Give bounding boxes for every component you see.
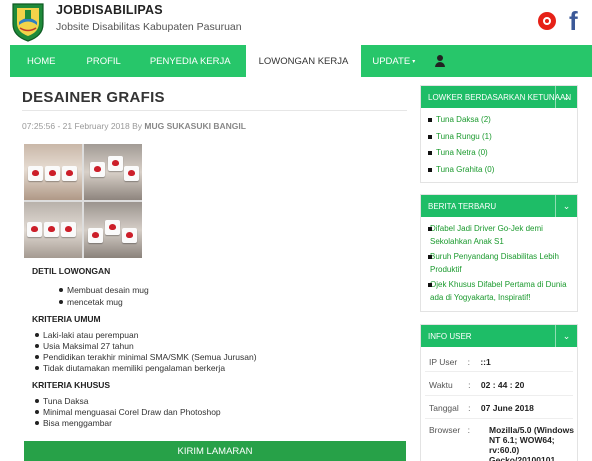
nav-penyedia-kerja[interactable]: PENYEDIA KERJA [135,45,246,77]
kriteria-khusus-item: Tuna Daksa [35,396,89,406]
info-ip-row: IP User : ::1 [429,357,491,367]
kirim-lamaran-button[interactable]: KIRIM LAMARAN [24,441,406,461]
info-waktu-value: 02 : 44 : 20 [480,380,525,390]
info-divider [425,371,573,372]
nav-update[interactable]: UPDATE ▾ [361,45,426,77]
info-ip-label: IP User [429,357,458,367]
info-divider [425,418,573,419]
nav-profil[interactable]: PROFIL [73,45,135,77]
chevron-down-icon[interactable]: ⌄ [555,86,577,108]
facebook-icon[interactable]: f [566,6,588,36]
youtube-icon[interactable] [538,12,556,30]
info-tanggal-label: Tanggal [429,403,459,413]
berita-panel-title: BERITA TERBARU [428,201,497,211]
info-ip-value: ::1 [480,357,491,367]
info-tanggal-row: Tanggal : 07 June 2018 [429,403,534,413]
site-header: JOBDISABILIPAS Jobsite Disabilitas Kabup… [0,0,592,44]
lowker-panel-title: LOWKER BERDASARKAN KETUNAAN [428,92,572,102]
lowker-panel-header[interactable]: LOWKER BERDASARKAN KETUNAAN ⌄ [421,86,577,108]
post-meta: 07:25:56 - 21 February 2018 By MUG SUKAS… [22,121,246,131]
detail-item: Membuat desain mug [59,285,149,295]
nav-home[interactable]: HOME [10,45,73,77]
info-separator: : [468,403,471,413]
job-photo-gallery[interactable] [24,144,142,258]
main-nav: HOME PROFIL PENYEDIA KERJA LOWONGAN KERJ… [10,45,592,77]
info-browser-label: Browser [429,425,461,435]
site-subtitle: Jobsite Disabilitas Kabupaten Pasuruan [56,21,242,33]
berita-link[interactable]: Difabel Jadi Driver Go-Jek demi Sekolahk… [421,223,577,248]
info-browser-row: Browser : Mozilla/5.0 (Windows NT 6.1; W… [429,425,577,461]
chevron-down-icon[interactable]: ⌄ [555,325,577,347]
detail-item: mencetak mug [59,297,123,307]
nav-update-label: UPDATE [372,55,411,67]
berita-panel: BERITA TERBARU ⌄ Difabel Jadi Driver Go-… [420,194,578,312]
site-title[interactable]: JOBDISABILIPAS [56,3,163,17]
kriteria-umum-item: Laki-laki atau perempuan [34,330,139,340]
crest-logo[interactable] [10,2,46,42]
info-separator: : [467,425,470,435]
info-tanggal-value: 07 June 2018 [480,403,534,413]
kriteria-umum-item: Tidak diutamakan memiliki pengalaman ber… [34,363,226,373]
caret-down-icon: ▾ [412,58,416,65]
berita-panel-header[interactable]: BERITA TERBARU ⌄ [421,195,577,217]
detail-heading: DETIL LOWONGAN [32,266,111,276]
lowker-panel: LOWKER BERDASARKAN KETUNAAN ⌄ Tuna Daksa… [420,85,578,183]
info-waktu-row: Waktu : 02 : 44 : 20 [429,380,524,390]
info-separator: : [468,380,471,390]
kriteria-khusus-heading: KRITERIA KHUSUS [32,380,111,390]
info-separator: : [467,357,470,367]
nav-lowongan-kerja[interactable]: LOWONGAN KERJA [245,45,362,77]
info-user-panel-title: INFO USER [428,331,472,341]
lowker-link-tuna-daksa[interactable]: Tuna Daksa (2) [421,114,577,127]
mug-photo-3 [24,202,82,258]
info-user-panel-header[interactable]: INFO USER ⌄ [421,325,577,347]
mug-photo-4 [84,202,142,258]
nav-user[interactable] [426,45,454,77]
post-timestamp: 07:25:56 - 21 February 2018 By [22,121,143,131]
kriteria-khusus-item: Minimal menguasai Corel Draw dan Photosh… [35,407,221,417]
mug-photo-2 [84,144,142,200]
chevron-down-icon[interactable]: ⌄ [555,195,577,217]
title-divider [22,110,407,111]
kriteria-umum-heading: KRITERIA UMUM [32,314,101,324]
lowker-link-tuna-netra[interactable]: Tuna Netra (0) [421,147,577,160]
kriteria-umum-item: Pendidikan terakhir minimal SMA/SMK (Sem… [35,352,257,362]
berita-link[interactable]: Ojek Khusus Difabel Pertama di Dunia ada… [421,279,577,304]
post-author: MUG SUKASUKI BANGIL [144,121,246,131]
lowker-link-tuna-grahita[interactable]: Tuna Grahita (0) [421,164,577,177]
mug-photo-1 [24,144,82,200]
kriteria-umum-item: Usia Maksimal 27 tahun [35,341,134,351]
info-waktu-label: Waktu [429,380,453,390]
kriteria-khusus-item: Bisa menggambar [35,418,112,428]
info-divider [425,395,573,396]
info-browser-value: Mozilla/5.0 (Windows NT 6.1; WOW64; rv:6… [489,425,574,461]
user-icon [434,55,446,67]
berita-link[interactable]: Buruh Penyandang Disabilitas Lebih Produ… [421,251,577,276]
post-title: DESAINER GRAFIS [22,89,165,106]
lowker-link-tuna-rungu[interactable]: Tuna Rungu (1) [421,131,577,144]
info-user-panel: INFO USER ⌄ IP User : ::1 Waktu : 02 : 4… [420,324,578,461]
